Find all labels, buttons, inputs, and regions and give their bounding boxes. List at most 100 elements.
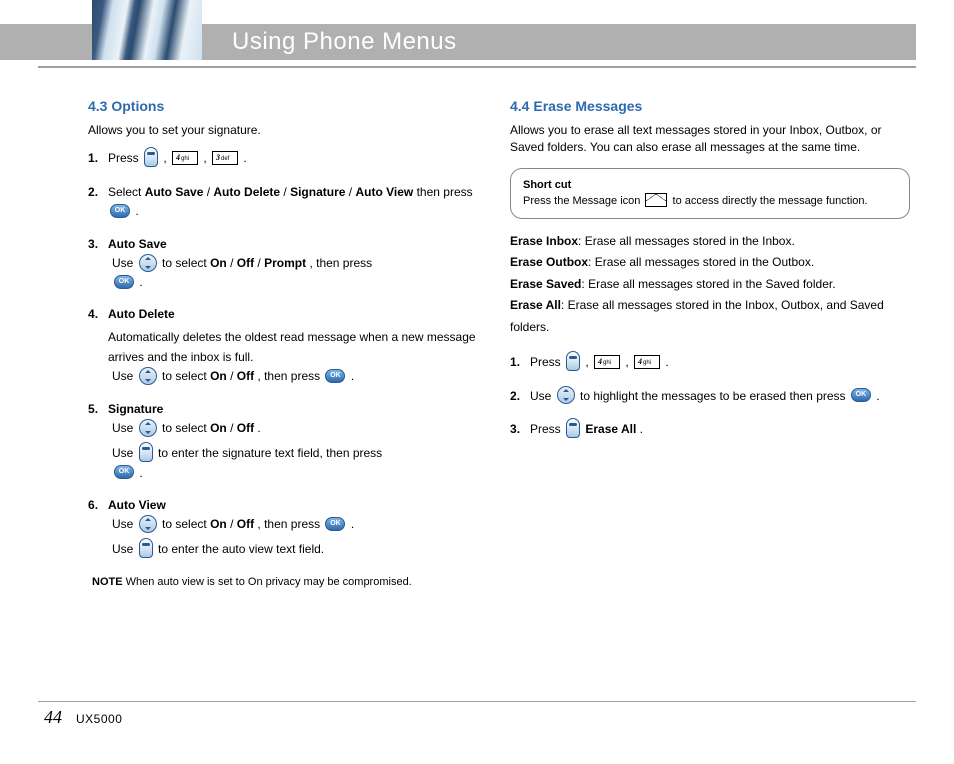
text: Off [237, 369, 254, 383]
text: . [257, 421, 260, 435]
text: Use [112, 369, 137, 383]
label: Erase All [510, 298, 561, 312]
text: On [210, 369, 227, 383]
text: Signature [290, 185, 345, 199]
text: Press the Message icon [523, 195, 643, 207]
nav-updown-icon [557, 386, 575, 404]
text: On [210, 421, 227, 435]
text: Auto View [108, 498, 166, 512]
section-subtitle-erase: Allows you to erase all text messages st… [510, 122, 910, 156]
numkey-3-icon: 3def [212, 151, 238, 165]
text: to enter the signature text field, then … [158, 446, 382, 460]
text: Off [237, 517, 254, 531]
step-6-auto-view: Auto View Use to select On / Off , then … [88, 496, 488, 560]
text: to access directly the message function. [673, 195, 868, 207]
bullet: Use to select On / Off , then press OK . [112, 515, 488, 534]
nav-updown-icon [139, 419, 157, 437]
text: Press [530, 422, 564, 436]
ok-button-icon: OK [325, 369, 345, 383]
text: Signature [108, 402, 163, 416]
text: Use [112, 446, 137, 460]
nav-updown-icon [139, 515, 157, 533]
text: to enter the auto view text field. [158, 542, 324, 556]
desc: Erase all messages stored in the Saved f… [588, 277, 835, 291]
steps-list-left: Press , 4ghi , 3def . Select Auto Save /… [88, 149, 488, 560]
ok-button-icon: OK [110, 204, 130, 218]
text: Use [112, 542, 137, 556]
step-r1: Press , 4ghi , 4ghi . [510, 353, 910, 373]
page-title: Using Phone Menus [232, 24, 457, 60]
section-title-erase: 4.4 Erase Messages [510, 98, 910, 114]
text: . [876, 389, 879, 403]
text: Off [237, 256, 254, 270]
text: Use [530, 389, 555, 403]
text: / [230, 421, 237, 435]
shortcut-label: Short cut [523, 179, 571, 191]
text: to select [162, 517, 210, 531]
erase-option: Erase Saved: Erase all messages stored i… [510, 274, 910, 296]
text: Erase All [585, 422, 636, 436]
envelope-icon [645, 193, 667, 207]
bullet: Use to enter the signature text field, t… [112, 444, 488, 482]
erase-option: Erase All: Erase all messages stored in … [510, 295, 910, 338]
erase-options: Erase Inbox: Erase all messages stored i… [510, 231, 910, 339]
steps-list-right: Press , 4ghi , 4ghi . Use to highlight t… [510, 353, 910, 440]
text: Automatically deletes the oldest read me… [108, 328, 488, 366]
text: Auto Delete [213, 185, 280, 199]
text: to select [162, 256, 210, 270]
soft-left-key-icon [139, 538, 153, 558]
step-4-auto-delete: Auto Delete Automatically deletes the ol… [88, 305, 488, 385]
text: . [139, 466, 142, 480]
ok-button-icon: OK [851, 388, 871, 402]
bullet: Use to select On / Off , then press OK . [112, 367, 488, 386]
nav-updown-icon [139, 254, 157, 272]
text: / [230, 517, 237, 531]
numkey-4-icon: 4ghi [594, 355, 620, 369]
label: Erase Outbox [510, 255, 588, 269]
soft-left-key-icon [144, 147, 158, 167]
text: Auto Delete [108, 307, 175, 321]
desc: Erase all messages stored in the Outbox. [595, 255, 814, 269]
ok-button-icon: OK [114, 465, 134, 479]
footer-rule [38, 701, 916, 702]
desc: Erase all messages stored in the Inbox. [585, 234, 795, 248]
text: to highlight the messages to be erased t… [580, 389, 849, 403]
text: to select [162, 421, 210, 435]
step-5-signature: Signature Use to select On / Off . Use t… [88, 400, 488, 482]
text: Off [237, 421, 254, 435]
text: , then press [257, 369, 323, 383]
text: , [203, 151, 210, 165]
ok-button-icon: OK [325, 517, 345, 531]
text: Use [112, 517, 137, 531]
note-text: When auto view is set to On privacy may … [126, 576, 412, 588]
model-name: UX5000 [76, 712, 122, 726]
text: . [351, 517, 354, 531]
step-3-auto-save: Auto Save Use to select On / Off / Promp… [88, 235, 488, 291]
soft-left-key-icon [566, 418, 580, 438]
section-title-options: 4.3 Options [88, 98, 488, 114]
text: Select [108, 185, 145, 199]
label: Erase Saved [510, 277, 581, 291]
label: Erase Inbox [510, 234, 578, 248]
text: Prompt [264, 256, 306, 270]
ok-button-icon: OK [114, 275, 134, 289]
text: . [139, 275, 142, 289]
bullet: Use to select On / Off . [112, 419, 488, 438]
header-image [92, 0, 202, 60]
desc: Erase all messages stored in the Inbox, … [510, 298, 884, 334]
text: , [163, 151, 170, 165]
text: , then press [257, 517, 323, 531]
text: Press [108, 151, 142, 165]
text: Auto Save [145, 185, 204, 199]
text: Press [530, 355, 564, 369]
text: / [230, 256, 237, 270]
text: / [230, 369, 237, 383]
text: . [665, 355, 668, 369]
erase-option: Erase Inbox: Erase all messages stored i… [510, 231, 910, 253]
step-r3: Press Erase All . [510, 420, 910, 440]
numkey-4-icon: 4ghi [634, 355, 660, 369]
soft-left-key-icon [139, 442, 153, 462]
text: then press [417, 185, 473, 199]
step-r2: Use to highlight the messages to be eras… [510, 387, 910, 406]
text: Use [112, 256, 137, 270]
